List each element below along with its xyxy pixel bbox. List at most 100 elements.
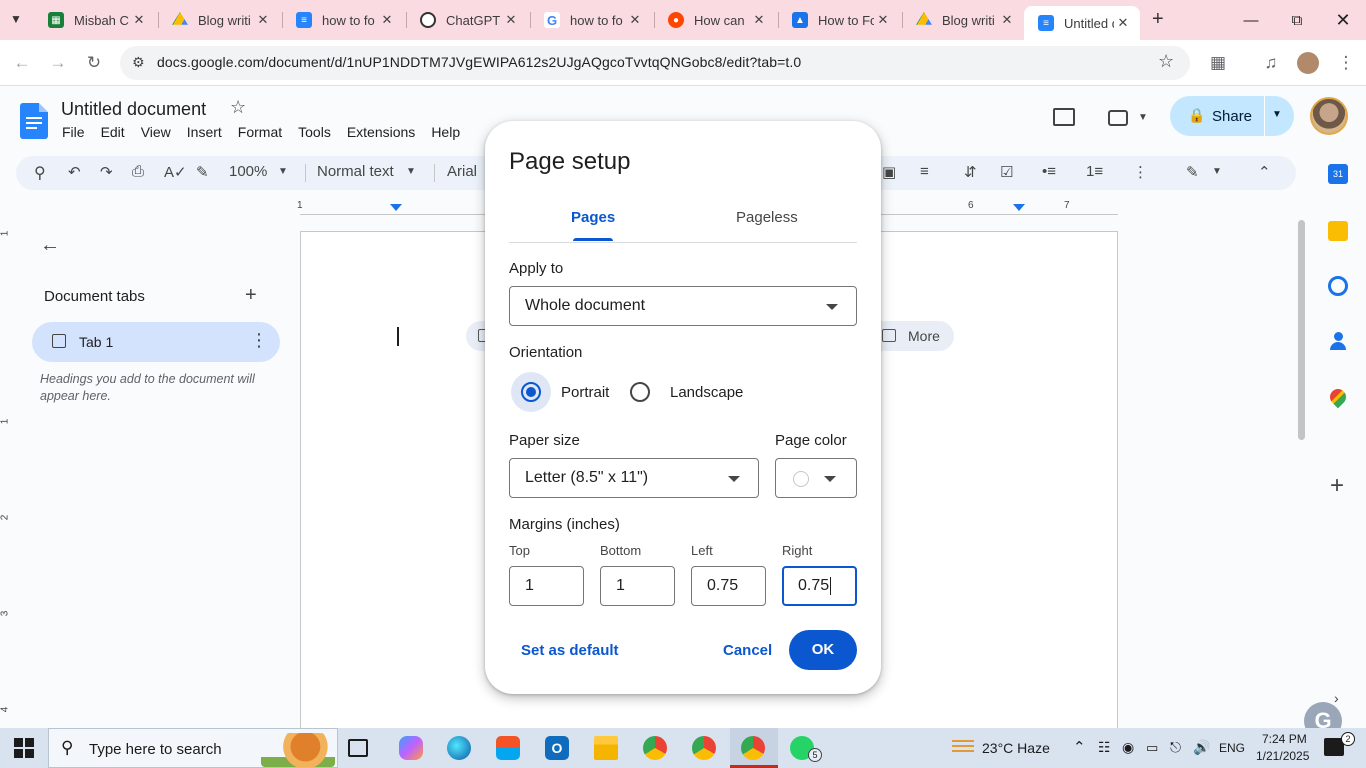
weather-text[interactable]: 23°C Haze bbox=[982, 740, 1050, 756]
tab-options-icon[interactable]: ⋮ bbox=[250, 330, 268, 351]
browser-tab-active[interactable]: ≡ Untitled d ✕ bbox=[1024, 6, 1140, 40]
back-icon[interactable]: ← bbox=[9, 50, 35, 76]
apply-to-select[interactable]: Whole document bbox=[509, 286, 857, 326]
set-as-default-button[interactable]: Set as default bbox=[521, 642, 619, 659]
chrome-active-icon[interactable] bbox=[741, 736, 765, 760]
tab-search-button[interactable]: ▼ bbox=[10, 12, 22, 26]
network-icon[interactable]: ☷ bbox=[1098, 739, 1111, 756]
right-indent-marker[interactable] bbox=[1013, 204, 1025, 211]
document-title[interactable]: Untitled document bbox=[61, 99, 206, 120]
cancel-button[interactable]: Cancel bbox=[723, 642, 772, 659]
landscape-radio[interactable] bbox=[630, 382, 650, 402]
clock-date[interactable]: 1/21/2025 bbox=[1256, 749, 1309, 763]
menu-edit[interactable]: Edit bbox=[101, 124, 125, 140]
battery-icon[interactable]: ▭ bbox=[1146, 740, 1158, 756]
menu-extensions[interactable]: Extensions bbox=[347, 124, 415, 140]
comment-history-icon[interactable] bbox=[1053, 108, 1075, 126]
chrome-icon[interactable] bbox=[643, 736, 667, 760]
edge-icon[interactable] bbox=[447, 736, 471, 760]
portrait-label[interactable]: Portrait bbox=[561, 384, 609, 401]
page-color-select[interactable] bbox=[775, 458, 857, 498]
docs-logo-icon[interactable] bbox=[20, 103, 48, 139]
new-tab-plus-icon[interactable]: + bbox=[1152, 8, 1164, 31]
paint-format-icon[interactable]: ✎ bbox=[196, 163, 209, 181]
reload-icon[interactable]: ↻ bbox=[81, 50, 107, 76]
volume-icon[interactable]: 🔊 bbox=[1193, 739, 1210, 756]
line-spacing-icon[interactable]: ⇵ bbox=[964, 163, 977, 181]
margin-right-input[interactable]: 0.75 bbox=[782, 566, 857, 606]
bulleted-list-icon[interactable]: •≡ bbox=[1042, 163, 1056, 180]
browser-tab[interactable]: ▦ Misbah C ✕ bbox=[34, 6, 156, 34]
margin-bottom-input[interactable]: 1 bbox=[600, 566, 675, 606]
browser-tab[interactable]: G how to fo ✕ bbox=[530, 6, 652, 34]
browser-tab[interactable]: ▲ How to Fo ✕ bbox=[778, 6, 900, 34]
file-explorer-icon[interactable] bbox=[594, 736, 618, 760]
vertical-ruler[interactable]: 1 1 2 3 4 bbox=[0, 216, 16, 728]
site-info-icon[interactable]: ⚙ bbox=[132, 54, 145, 71]
meet-dropdown-icon[interactable]: ▼ bbox=[1138, 112, 1148, 123]
account-avatar[interactable] bbox=[1310, 97, 1348, 135]
browser-tab[interactable]: ≡ how to fo ✕ bbox=[282, 6, 404, 34]
close-tab-icon[interactable]: ✕ bbox=[130, 12, 148, 28]
windows-start-icon[interactable] bbox=[14, 738, 34, 758]
font-select[interactable]: Arial bbox=[447, 163, 477, 180]
chrome-profile-icon[interactable] bbox=[692, 736, 716, 760]
menu-format[interactable]: Format bbox=[238, 124, 282, 140]
chrome-menu-icon[interactable]: ⋮ bbox=[1333, 50, 1359, 76]
collapse-toolbar-icon[interactable]: ⌃ bbox=[1258, 163, 1271, 181]
wifi-icon[interactable]: ◉ bbox=[1122, 739, 1134, 756]
outlook-icon[interactable]: O bbox=[545, 736, 569, 760]
sidebar-item-tab-1[interactable]: Tab 1 ⋮ bbox=[32, 322, 280, 362]
restore-icon[interactable]: ⧉ bbox=[1274, 0, 1320, 40]
power-icon[interactable]: ⎋ bbox=[1170, 739, 1181, 756]
browser-tab[interactable]: Blog writi ✕ bbox=[902, 6, 1024, 34]
style-select[interactable]: Normal text bbox=[317, 163, 394, 180]
editing-mode-icon[interactable]: ✎ bbox=[1186, 163, 1199, 181]
menu-help[interactable]: Help bbox=[431, 124, 460, 140]
chevron-down-icon[interactable]: ▼ bbox=[278, 166, 288, 177]
weather-icon[interactable] bbox=[952, 740, 974, 754]
tab-pageless[interactable]: Pageless bbox=[736, 209, 798, 226]
close-tab-icon[interactable]: ✕ bbox=[502, 12, 520, 28]
meet-icon[interactable] bbox=[1108, 110, 1128, 126]
margin-left-input[interactable]: 0.75 bbox=[691, 566, 766, 606]
chevron-down-icon[interactable]: ▼ bbox=[1272, 109, 1282, 120]
print-icon[interactable]: ⎙ bbox=[132, 163, 144, 180]
numbered-list-icon[interactable]: 1≡ bbox=[1086, 163, 1103, 180]
profile-avatar[interactable] bbox=[1297, 52, 1319, 74]
star-icon[interactable]: ☆ bbox=[230, 97, 246, 118]
show-hidden-icons[interactable]: ⌃ bbox=[1073, 738, 1086, 756]
keep-icon[interactable] bbox=[1328, 221, 1348, 241]
share-dropdown-icon[interactable] bbox=[1264, 96, 1265, 136]
url-text[interactable]: docs.google.com/document/d/1nUP1NDDTM7JV… bbox=[157, 54, 801, 70]
tab-pages[interactable]: Pages bbox=[571, 209, 615, 226]
checklist-icon[interactable]: ☑ bbox=[1000, 163, 1013, 181]
panel-expand-icon[interactable]: › bbox=[1334, 690, 1339, 706]
calendar-icon[interactable]: 31 bbox=[1328, 164, 1348, 184]
language-indicator[interactable]: ENG bbox=[1219, 741, 1245, 755]
media-control-icon[interactable]: ♫ bbox=[1258, 50, 1284, 76]
more-chip[interactable]: More bbox=[870, 321, 954, 351]
undo-icon[interactable]: ↶ bbox=[68, 163, 81, 181]
align-icon[interactable]: ≡ bbox=[920, 163, 929, 180]
tasks-icon[interactable] bbox=[1328, 276, 1348, 296]
copilot-icon[interactable] bbox=[399, 736, 423, 760]
add-tab-icon[interactable]: + bbox=[245, 284, 257, 307]
menu-insert[interactable]: Insert bbox=[187, 124, 222, 140]
bookmark-star-icon[interactable]: ☆ bbox=[1158, 51, 1174, 72]
close-tab-icon[interactable]: ✕ bbox=[998, 12, 1016, 28]
portrait-radio[interactable] bbox=[521, 382, 541, 402]
store-icon[interactable] bbox=[496, 736, 520, 760]
ok-button[interactable]: OK bbox=[789, 630, 857, 670]
get-addons-plus-icon[interactable]: + bbox=[1330, 472, 1344, 500]
margin-top-input[interactable]: 1 bbox=[509, 566, 584, 606]
zoom-select[interactable]: 100% bbox=[229, 163, 267, 180]
clock-time[interactable]: 7:24 PM bbox=[1262, 732, 1307, 746]
search-menus-icon[interactable]: ⚲ bbox=[34, 163, 46, 183]
maps-icon[interactable] bbox=[1326, 385, 1350, 409]
close-tab-icon[interactable]: ✕ bbox=[874, 12, 892, 28]
chevron-down-icon[interactable]: ▼ bbox=[1212, 166, 1222, 177]
close-tab-icon[interactable]: ✕ bbox=[626, 12, 644, 28]
close-tab-icon[interactable]: ✕ bbox=[750, 12, 768, 28]
more-options-icon[interactable]: ⋮ bbox=[1133, 163, 1148, 181]
